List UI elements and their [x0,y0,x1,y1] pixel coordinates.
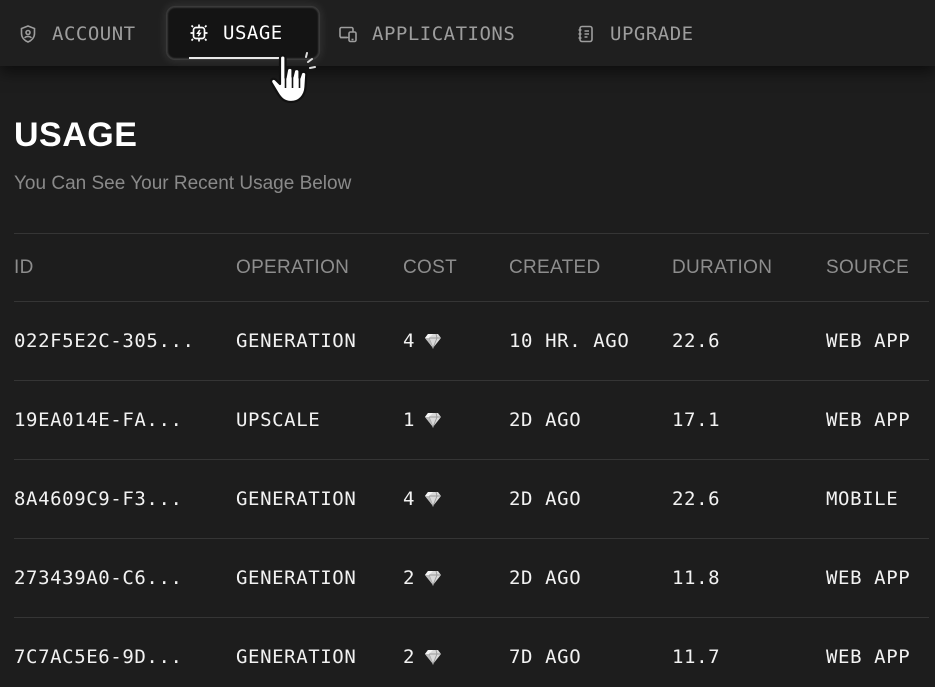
cell-source: WEB APP [826,646,911,668]
cell-operation: GENERATION [236,646,357,668]
notebook-icon [576,24,596,44]
usage-page: ACCOUNT USAGE APPLICATIONS UPGRADE USAGE… [0,0,935,687]
chip-icon [189,23,209,43]
shield-user-icon [18,24,38,44]
cell-duration: 11.7 [672,646,721,668]
table-row[interactable]: 022F5E2C-305... GENERATION 4 10 HR. AGO … [14,301,929,380]
cell-id: 022F5E2C-305... [14,330,195,352]
column-header-operation: OPERATION [236,256,350,278]
cell-created: 7D AGO [509,646,582,668]
column-header-source: SOURCE [826,256,910,278]
cell-source: WEB APP [826,567,911,589]
table-row[interactable]: 7C7AC5E6-9D... GENERATION 2 7D AGO 11.7 … [14,617,929,687]
table-row[interactable]: 273439A0-C6... GENERATION 2 2D AGO 11.8 … [14,538,929,617]
tab-applications-label: APPLICATIONS [372,23,516,45]
cost-value: 4 [403,330,416,352]
cell-created: 2D AGO [509,488,582,510]
cell-cost: 1 [403,381,442,459]
cell-duration: 11.8 [672,567,721,589]
page-subtitle: You Can See Your Recent Usage Below [14,173,352,194]
diamond-icon [424,491,442,507]
table-body: 022F5E2C-305... GENERATION 4 10 HR. AGO … [14,301,929,687]
column-header-id: ID [14,256,34,278]
cell-duration: 22.6 [672,330,721,352]
cell-cost: 2 [403,539,442,617]
cell-source: WEB APP [826,409,911,431]
cell-cost: 4 [403,460,442,538]
cell-created: 2D AGO [509,567,582,589]
cell-created: 10 HR. AGO [509,330,630,352]
tab-account-label: ACCOUNT [52,23,136,45]
cost-value: 2 [403,567,416,589]
cell-duration: 17.1 [672,409,721,431]
cell-operation: GENERATION [236,567,357,589]
cell-id: 8A4609C9-F3... [14,488,183,510]
column-header-cost: COST [403,256,457,278]
diamond-icon [424,649,442,665]
diamond-icon [424,570,442,586]
diamond-icon [424,412,442,428]
cost-value: 4 [403,488,416,510]
cell-source: MOBILE [826,488,899,510]
cost-value: 2 [403,646,416,668]
tab-upgrade-label: UPGRADE [610,23,694,45]
cell-operation: GENERATION [236,330,357,352]
devices-icon [338,24,358,44]
cell-cost: 4 [403,302,442,380]
cell-created: 2D AGO [509,409,582,431]
cell-id: 19EA014E-FA... [14,409,183,431]
table-row[interactable]: 19EA014E-FA... UPSCALE 1 2D AGO 17.1 WEB… [14,380,929,459]
page-title: USAGE [14,116,138,154]
cost-value: 1 [403,409,416,431]
cell-duration: 22.6 [672,488,721,510]
tab-account[interactable]: ACCOUNT [18,8,136,60]
column-header-duration: DURATION [672,256,773,278]
cell-operation: GENERATION [236,488,357,510]
cell-cost: 2 [403,618,442,687]
cell-id: 7C7AC5E6-9D... [14,646,183,668]
cell-source: WEB APP [826,330,911,352]
tab-applications[interactable]: APPLICATIONS [338,8,515,60]
cell-id: 273439A0-C6... [14,567,183,589]
usage-table: ID OPERATION COST CREATED DURATION SOURC… [14,233,929,687]
cell-operation: UPSCALE [236,409,321,431]
table-row[interactable]: 8A4609C9-F3... GENERATION 4 2D AGO 22.6 … [14,459,929,538]
tab-usage-label: USAGE [223,22,283,44]
tab-bar: ACCOUNT USAGE APPLICATIONS UPGRADE [0,0,935,66]
column-header-created: CREATED [509,256,601,278]
pointer-hand-icon [266,52,324,108]
table-header-row: ID OPERATION COST CREATED DURATION SOURC… [14,233,929,301]
diamond-icon [424,333,442,349]
tab-upgrade[interactable]: UPGRADE [576,8,694,60]
